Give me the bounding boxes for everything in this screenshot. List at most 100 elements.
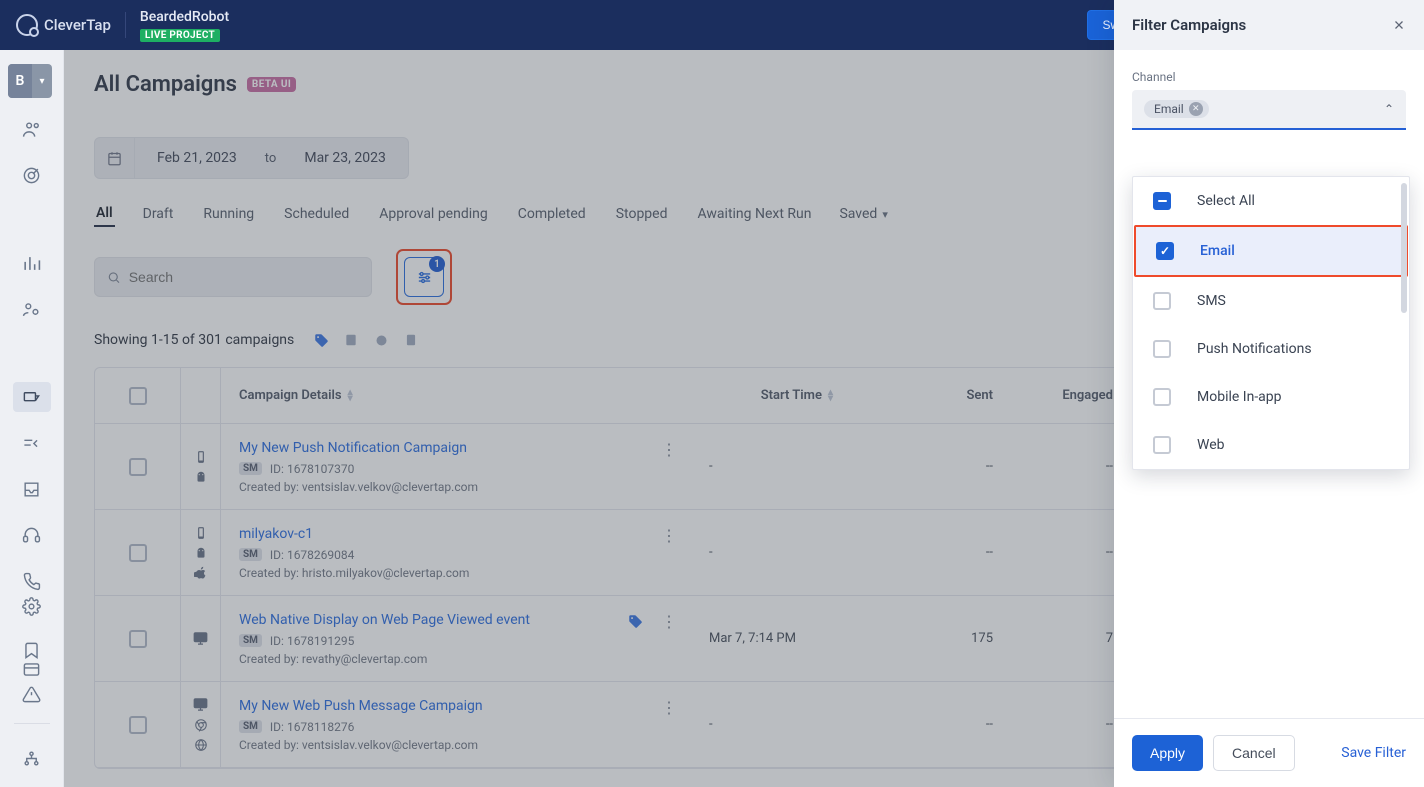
sent-cell: -- — [861, 545, 1011, 560]
sort-icon[interactable]: ▴▾ — [828, 390, 833, 402]
engaged-cell: -- — [1011, 717, 1131, 732]
clipboard-icon[interactable] — [402, 331, 420, 349]
scrollbar[interactable] — [1401, 183, 1407, 313]
checkbox — [1153, 388, 1171, 406]
tab-all[interactable]: All — [94, 201, 115, 227]
sidebar-inbox-icon[interactable] — [13, 474, 51, 504]
sidebar-alert-icon[interactable] — [13, 679, 51, 709]
engaged-cell: -- — [1011, 545, 1131, 560]
project-block[interactable]: BeardedRobot LIVE PROJECT — [140, 9, 229, 42]
option-label: SMS — [1197, 293, 1226, 309]
checkbox-indeterminate — [1153, 192, 1171, 210]
tab-completed[interactable]: Completed — [516, 202, 588, 226]
checkbox-checked: ✓ — [1156, 242, 1174, 260]
left-sidebar: B ▾ — [0, 50, 64, 787]
filter-panel-header: Filter Campaigns — [1114, 0, 1424, 50]
sidebar-users-icon[interactable] — [13, 114, 51, 144]
row-menu-icon[interactable]: ⋮ — [661, 440, 677, 459]
sidebar-analytics-icon[interactable] — [13, 248, 51, 278]
search-icon — [107, 270, 121, 285]
chevron-down-icon: ▾ — [882, 208, 888, 221]
campaign-name-link[interactable]: milyakov-c1 — [239, 526, 673, 542]
campaign-name-link[interactable]: My New Web Push Message Campaign — [239, 698, 673, 714]
cancel-button[interactable]: Cancel — [1213, 735, 1295, 771]
apply-button[interactable]: Apply — [1132, 735, 1203, 771]
sidebar-target-icon[interactable] — [13, 160, 51, 190]
chrome-icon — [194, 718, 208, 732]
chip-remove-icon[interactable]: ✕ — [1189, 102, 1203, 116]
sidebar-campaigns-icon[interactable] — [13, 382, 51, 412]
filter-button-highlight: 1 — [396, 249, 452, 305]
date-to: Mar 23, 2023 — [282, 150, 408, 166]
list-icon[interactable] — [342, 331, 360, 349]
tag-icon[interactable] — [312, 331, 330, 349]
engaged-cell: 7 — [1011, 631, 1131, 646]
sidebar-settings-icon[interactable] — [13, 591, 51, 621]
row-menu-icon[interactable]: ⋮ — [661, 698, 677, 717]
save-filter-link[interactable]: Save Filter — [1341, 745, 1406, 761]
circle-icon[interactable] — [372, 331, 390, 349]
campaign-id: ID: 1678107370 — [270, 462, 354, 476]
close-icon[interactable] — [1392, 18, 1406, 32]
option-select-all[interactable]: Select All — [1133, 177, 1409, 225]
created-by: Created by: ventsislav.velkov@clevertap.… — [239, 738, 673, 752]
start-time-cell: - — [691, 545, 861, 560]
sidebar-network-icon[interactable] — [13, 743, 51, 773]
sort-icon[interactable]: ▴▾ — [348, 390, 353, 402]
tab-scheduled[interactable]: Scheduled — [282, 202, 351, 226]
brand-name: CleverTap — [44, 16, 111, 34]
tag-icon[interactable] — [628, 614, 643, 629]
date-range-picker[interactable]: Feb 21, 2023 to Mar 23, 2023 — [94, 137, 409, 179]
row-checkbox[interactable] — [129, 458, 147, 476]
sm-badge: SM — [239, 548, 262, 561]
tab-awaiting[interactable]: Awaiting Next Run — [696, 202, 814, 226]
tab-saved[interactable]: Saved▾ — [839, 206, 887, 222]
channel-label: Channel — [1132, 70, 1406, 84]
project-name: BeardedRobot — [140, 9, 229, 25]
sidebar-segments-icon[interactable] — [13, 294, 51, 324]
engaged-cell: -- — [1011, 459, 1131, 474]
sm-badge: SM — [239, 720, 262, 733]
channel-select[interactable]: Email ✕ ⌃ — [1132, 90, 1406, 130]
search-input[interactable] — [129, 269, 359, 285]
tab-stopped[interactable]: Stopped — [614, 202, 670, 226]
tab-approval-pending[interactable]: Approval pending — [377, 202, 489, 226]
col-campaign-details[interactable]: Campaign Details — [239, 388, 342, 403]
option-email[interactable]: ✓ Email — [1136, 227, 1406, 275]
filter-count-badge: 1 — [429, 256, 445, 272]
sidebar-support-icon[interactable] — [13, 520, 51, 550]
calendar-icon — [95, 138, 135, 178]
beta-badge: BETA UI — [247, 77, 296, 92]
row-checkbox[interactable] — [129, 630, 147, 648]
created-by: Created by: ventsislav.velkov@clevertap.… — [239, 480, 673, 494]
sm-badge: SM — [239, 634, 262, 647]
checkbox — [1153, 436, 1171, 454]
row-menu-icon[interactable]: ⋮ — [661, 612, 677, 631]
col-start-time[interactable]: Start Time — [761, 388, 822, 403]
brand-logo[interactable]: CleverTap — [16, 14, 111, 36]
select-all-checkbox[interactable] — [129, 387, 147, 405]
tab-running[interactable]: Running — [201, 202, 256, 226]
col-engaged[interactable]: Engaged — [1062, 388, 1113, 403]
campaign-name-link[interactable]: My New Push Notification Campaign — [239, 440, 673, 456]
sidebar-bookmark-icon[interactable] — [13, 635, 51, 665]
option-push[interactable]: Push Notifications — [1133, 325, 1409, 373]
row-checkbox[interactable] — [129, 716, 147, 734]
tab-draft[interactable]: Draft — [141, 202, 176, 226]
chevron-down-icon: ▾ — [32, 76, 52, 87]
col-sent[interactable]: Sent — [966, 388, 993, 403]
sidebar-journeys-icon[interactable] — [13, 428, 51, 458]
campaign-name-link[interactable]: Web Native Display on Web Page Viewed ev… — [239, 612, 673, 628]
account-switcher[interactable]: B ▾ — [8, 64, 52, 98]
device-icon — [194, 450, 208, 464]
start-time-cell: - — [691, 717, 861, 732]
start-time-cell: - — [691, 459, 861, 474]
checkbox — [1153, 340, 1171, 358]
row-menu-icon[interactable]: ⋮ — [661, 526, 677, 545]
option-sms[interactable]: SMS — [1133, 277, 1409, 325]
row-checkbox[interactable] — [129, 544, 147, 562]
option-web[interactable]: Web — [1133, 421, 1409, 469]
option-mobile-inapp[interactable]: Mobile In-app — [1133, 373, 1409, 421]
search-input-wrapper[interactable] — [94, 257, 372, 297]
live-project-badge: LIVE PROJECT — [140, 29, 220, 42]
